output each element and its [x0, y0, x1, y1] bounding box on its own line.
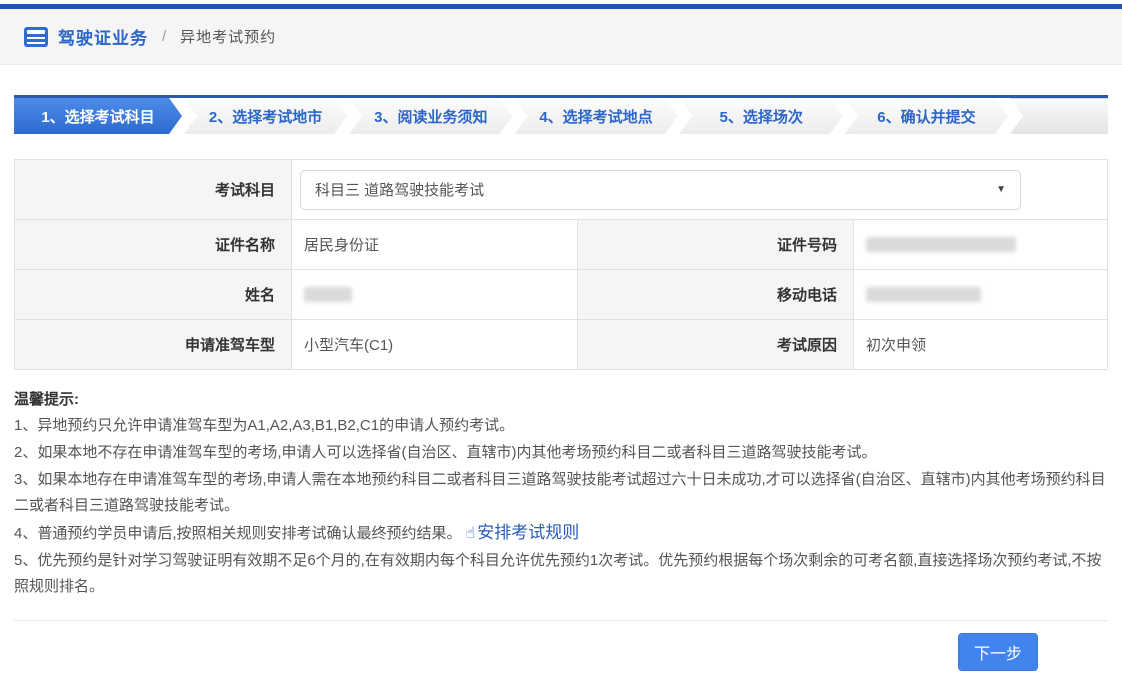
menu-list-icon [24, 26, 48, 47]
id-type-label: 证件名称 [15, 220, 292, 269]
table-row-name-phone: 姓名 移动电话 [15, 269, 1107, 319]
pointing-hand-icon: ☝ [465, 525, 476, 542]
table-row-exam-subject: 考试科目 科目三 道路驾驶技能考试 ▼ [15, 160, 1107, 219]
breadcrumb-section[interactable]: 驾驶证业务 [58, 24, 148, 49]
id-type-value: 居民身份证 [292, 220, 577, 269]
name-label: 姓名 [15, 270, 292, 319]
tip-item-1: 1、异地预约只允许申请准驾车型为A1,A2,A3,B1,B2,C1的申请人预约考… [14, 417, 515, 434]
exam-rules-link[interactable]: ☝ 安排考试规则 [462, 523, 580, 542]
step-tab-6-confirm-submit[interactable]: 6、确认并提交 [845, 98, 1008, 134]
breadcrumb: 驾驶证业务 / 异地考试预约 [0, 9, 1122, 65]
table-row-vehicle-reason: 申请准驾车型 小型汽车(C1) 考试原因 初次申领 [15, 319, 1107, 369]
breadcrumb-current-page: 异地考试预约 [180, 29, 277, 46]
id-number-label: 证件号码 [577, 220, 854, 269]
exam-reason-value: 初次申领 [854, 320, 1107, 369]
step-tab-1-select-subject[interactable]: 1、选择考试科目 [14, 98, 182, 134]
breadcrumb-separator: / [162, 28, 167, 45]
dropdown-arrow-icon: ▼ [996, 184, 1006, 195]
tip-item-5: 5、优先预约是针对学习驾驶证明有效期不足6个月的,在有效期内每个科目允许优先预约… [14, 552, 1102, 595]
tips-title: 温馨提示: [14, 391, 79, 408]
step-tab-3-read-notice[interactable]: 3、阅读业务须知 [349, 98, 512, 134]
tip-item-2: 2、如果本地不存在申请准驾车型的考场,申请人可以选择省(自治区、直辖市)内其他考… [14, 444, 877, 461]
application-info-table: 考试科目 科目三 道路驾驶技能考试 ▼ 证件名称 居民身份证 证件号码 姓名 移… [14, 159, 1108, 370]
exam-reason-label: 考试原因 [577, 320, 854, 369]
phone-masked-value [866, 287, 981, 302]
step-bar-filler [1010, 98, 1109, 134]
step-tab-2-select-city[interactable]: 2、选择考试地市 [184, 98, 347, 134]
tip-item-3: 3、如果本地存在申请准驾车型的考场,申请人需在本地预约科目二或者科目三道路驾驶技… [14, 471, 1106, 514]
vehicle-type-value: 小型汽车(C1) [292, 320, 577, 369]
exam-rules-link-label: 安排考试规则 [477, 523, 580, 542]
exam-subject-label: 考试科目 [15, 160, 292, 219]
tip-item-4: 4、普通预约学员申请后,按照相关规则安排考试确认最终预约结果。 ☝ 安排考试规则 [14, 520, 1108, 547]
next-step-button[interactable]: 下一步 [958, 633, 1038, 671]
exam-subject-select[interactable]: 科目三 道路驾驶技能考试 ▼ [300, 169, 1021, 210]
id-number-masked-value [866, 237, 1016, 252]
step-tab-5-select-session[interactable]: 5、选择场次 [680, 98, 843, 134]
tip-item-4-text: 4、普通预约学员申请后,按照相关规则安排考试确认最终预约结果。 [14, 525, 462, 542]
phone-label: 移动电话 [577, 270, 854, 319]
tips-section: 温馨提示: 1、异地预约只允许申请准驾车型为A1,A2,A3,B1,B2,C1的… [14, 388, 1108, 600]
table-row-id: 证件名称 居民身份证 证件号码 [15, 219, 1107, 269]
footer-divider [14, 620, 1108, 621]
step-tab-4-select-site[interactable]: 4、选择考试地点 [514, 98, 677, 134]
exam-subject-selected-value: 科目三 道路驾驶技能考试 [315, 182, 485, 199]
name-masked-value [304, 287, 352, 302]
vehicle-type-label: 申请准驾车型 [15, 320, 292, 369]
step-wizard: 1、选择考试科目 2、选择考试地市 3、阅读业务须知 4、选择考试地点 5、选择… [14, 95, 1109, 134]
